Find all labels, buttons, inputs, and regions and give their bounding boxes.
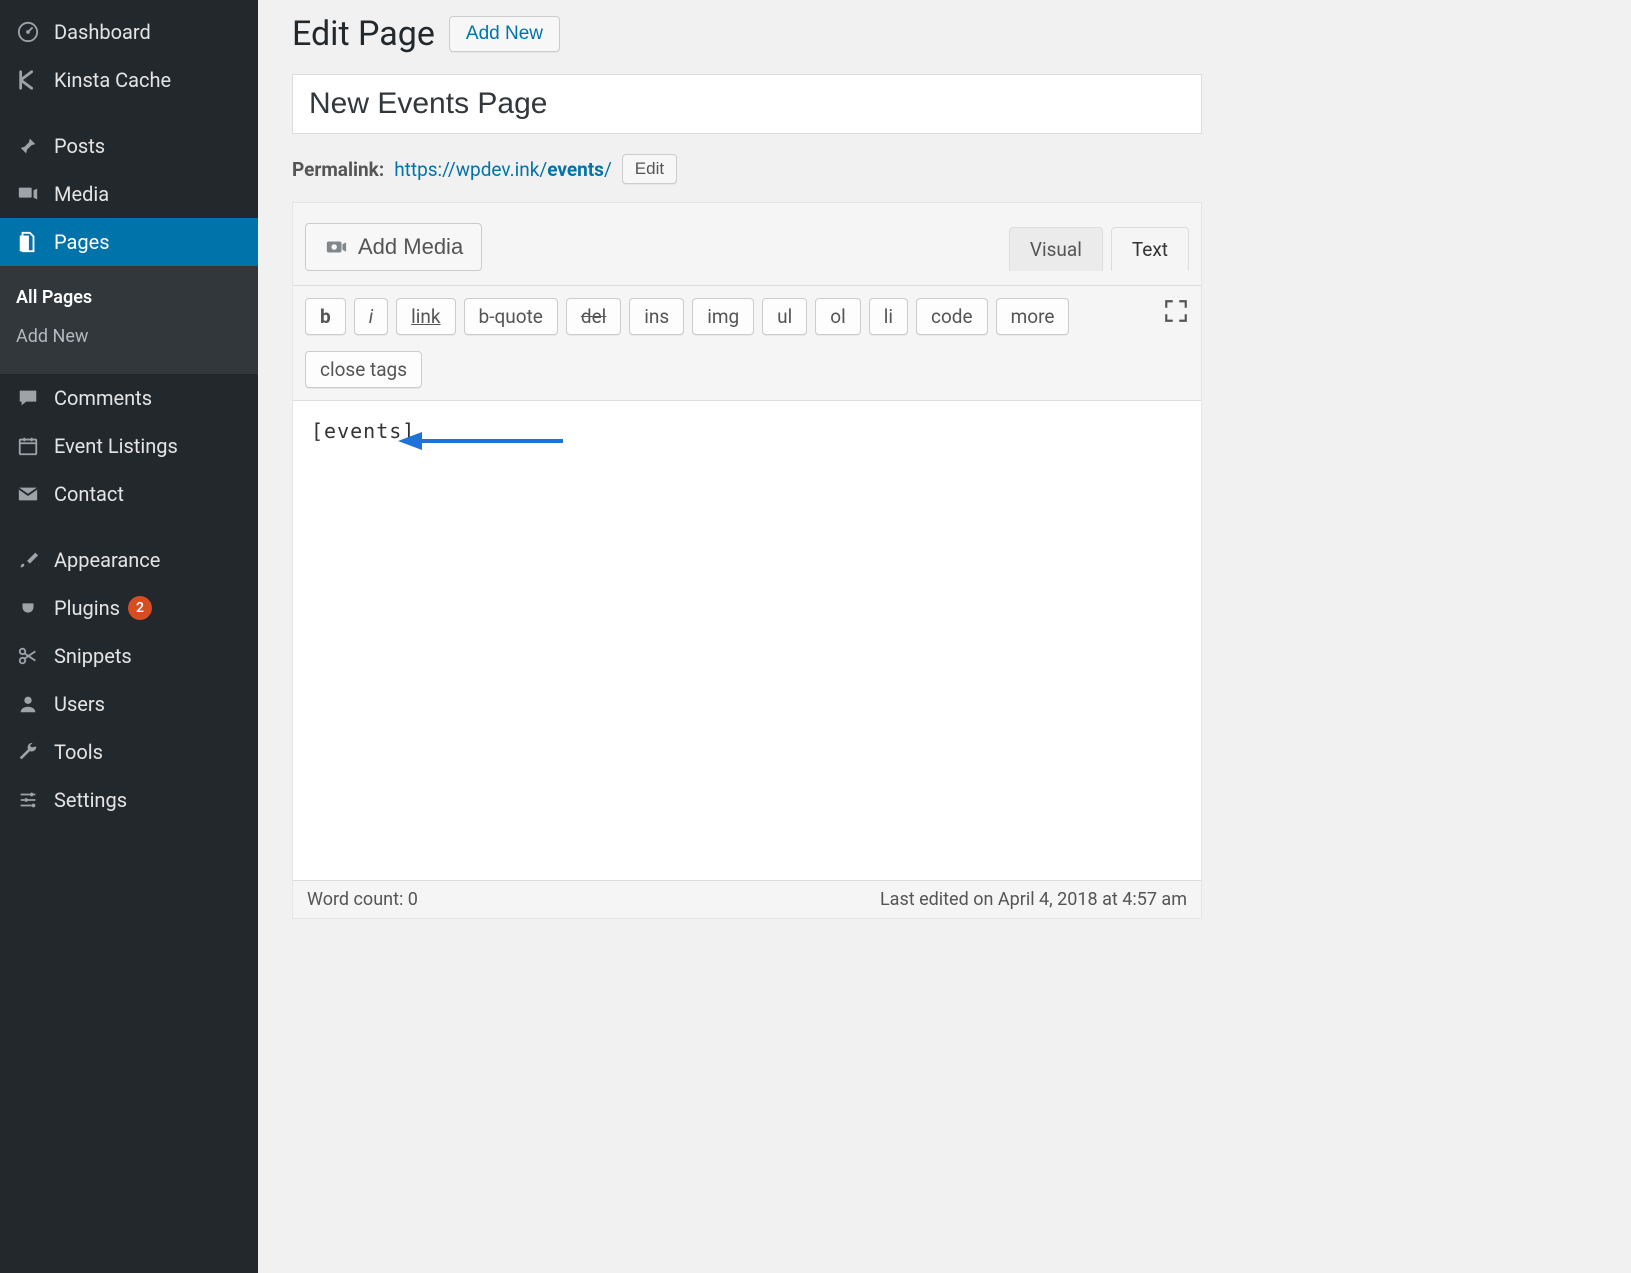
quicktags-toolbar: b i link b-quote del ins img ul ol li co…: [293, 285, 1201, 400]
menu-label: Dashboard: [54, 20, 151, 44]
media-icon: [14, 183, 42, 205]
editor: Add Media Visual Text b i link b-quote d…: [292, 202, 1202, 919]
edit-permalink-button[interactable]: Edit: [622, 154, 677, 184]
qt-ul[interactable]: ul: [762, 298, 807, 335]
qt-close-tags[interactable]: close tags: [305, 351, 422, 388]
sidebar-item-tools[interactable]: Tools: [0, 728, 258, 776]
dashboard-icon: [14, 21, 42, 43]
submenu-item-add-new[interactable]: Add New: [0, 317, 258, 356]
menu-label: Media: [54, 182, 109, 206]
qt-li[interactable]: li: [869, 298, 908, 335]
qt-code[interactable]: code: [916, 298, 988, 335]
menu-label: Users: [54, 692, 105, 716]
wrench-icon: [14, 741, 42, 763]
sidebar-item-snippets[interactable]: Snippets: [0, 632, 258, 680]
add-media-label: Add Media: [358, 234, 463, 260]
sidebar-item-event-listings[interactable]: Event Listings: [0, 422, 258, 470]
permalink-link[interactable]: https://wpdev.ink/events/: [394, 158, 612, 181]
editor-status-bar: Word count: 0 Last edited on April 4, 20…: [293, 880, 1201, 918]
menu-label: Comments: [54, 386, 152, 410]
sidebar-item-users[interactable]: Users: [0, 680, 258, 728]
sidebar-item-posts[interactable]: Posts: [0, 122, 258, 170]
sidebar-item-dashboard[interactable]: Dashboard: [0, 8, 258, 56]
fullscreen-icon[interactable]: [1163, 298, 1189, 335]
calendar-icon: [14, 435, 42, 457]
brush-icon: [14, 549, 42, 571]
qt-bquote[interactable]: b-quote: [464, 298, 558, 335]
camera-icon: [324, 236, 348, 258]
content-textarea[interactable]: [293, 400, 1201, 880]
sidebar-item-kinsta-cache[interactable]: Kinsta Cache: [0, 56, 258, 104]
sidebar-item-media[interactable]: Media: [0, 170, 258, 218]
menu-label: Pages: [54, 230, 110, 254]
pages-icon: [14, 231, 42, 253]
plug-icon: [14, 597, 42, 619]
sidebar-submenu-pages: All Pages Add New: [0, 266, 258, 374]
comment-icon: [14, 387, 42, 409]
pin-icon: [14, 135, 42, 157]
plugins-update-badge: 2: [128, 596, 152, 620]
mail-icon: [14, 483, 42, 505]
scissors-icon: [14, 645, 42, 667]
qt-italic[interactable]: i: [354, 298, 388, 335]
kinsta-icon: [14, 69, 42, 91]
sidebar-item-pages[interactable]: Pages: [0, 218, 258, 266]
menu-label: Appearance: [54, 548, 160, 572]
editor-tab-text[interactable]: Text: [1111, 227, 1189, 271]
page-header: Edit Page Add New: [292, 14, 1631, 54]
sidebar-item-plugins[interactable]: Plugins 2: [0, 584, 258, 632]
sliders-icon: [14, 789, 42, 811]
menu-label: Event Listings: [54, 434, 178, 458]
menu-label: Snippets: [54, 644, 132, 668]
sidebar-item-contact[interactable]: Contact: [0, 470, 258, 518]
editor-tabs: Visual Text: [1009, 227, 1189, 271]
qt-bold[interactable]: b: [305, 298, 346, 335]
menu-label: Settings: [54, 788, 127, 812]
add-media-button[interactable]: Add Media: [305, 223, 482, 271]
menu-label: Posts: [54, 134, 105, 158]
user-icon: [14, 693, 42, 715]
add-new-page-button[interactable]: Add New: [449, 16, 560, 52]
permalink-label: Permalink:: [292, 158, 384, 181]
post-title-input[interactable]: [292, 74, 1202, 134]
menu-label: Plugins: [54, 596, 120, 620]
sidebar-item-settings[interactable]: Settings: [0, 776, 258, 824]
last-edited: Last edited on April 4, 2018 at 4:57 am: [880, 889, 1187, 910]
sidebar-item-appearance[interactable]: Appearance: [0, 536, 258, 584]
admin-sidebar: Dashboard Kinsta Cache Posts Media Pages…: [0, 0, 258, 1273]
menu-label: Contact: [54, 482, 124, 506]
editor-tab-visual[interactable]: Visual: [1009, 227, 1103, 271]
qt-del[interactable]: del: [566, 298, 621, 335]
page-title: Edit Page: [292, 14, 435, 54]
qt-ins[interactable]: ins: [629, 298, 684, 335]
qt-more[interactable]: more: [996, 298, 1070, 335]
main-content: Edit Page Add New Permalink: https://wpd…: [258, 0, 1631, 1273]
word-count: Word count: 0: [307, 889, 418, 910]
sidebar-item-comments[interactable]: Comments: [0, 374, 258, 422]
menu-label: Kinsta Cache: [54, 68, 171, 92]
qt-ol[interactable]: ol: [815, 298, 860, 335]
menu-label: Tools: [54, 740, 103, 764]
qt-img[interactable]: img: [692, 298, 754, 335]
qt-link[interactable]: link: [396, 298, 455, 335]
submenu-item-all-pages[interactable]: All Pages: [0, 278, 258, 317]
permalink-url: https://wpdev.ink/events/: [394, 158, 612, 181]
permalink-row: Permalink: https://wpdev.ink/events/ Edi…: [292, 154, 1631, 184]
